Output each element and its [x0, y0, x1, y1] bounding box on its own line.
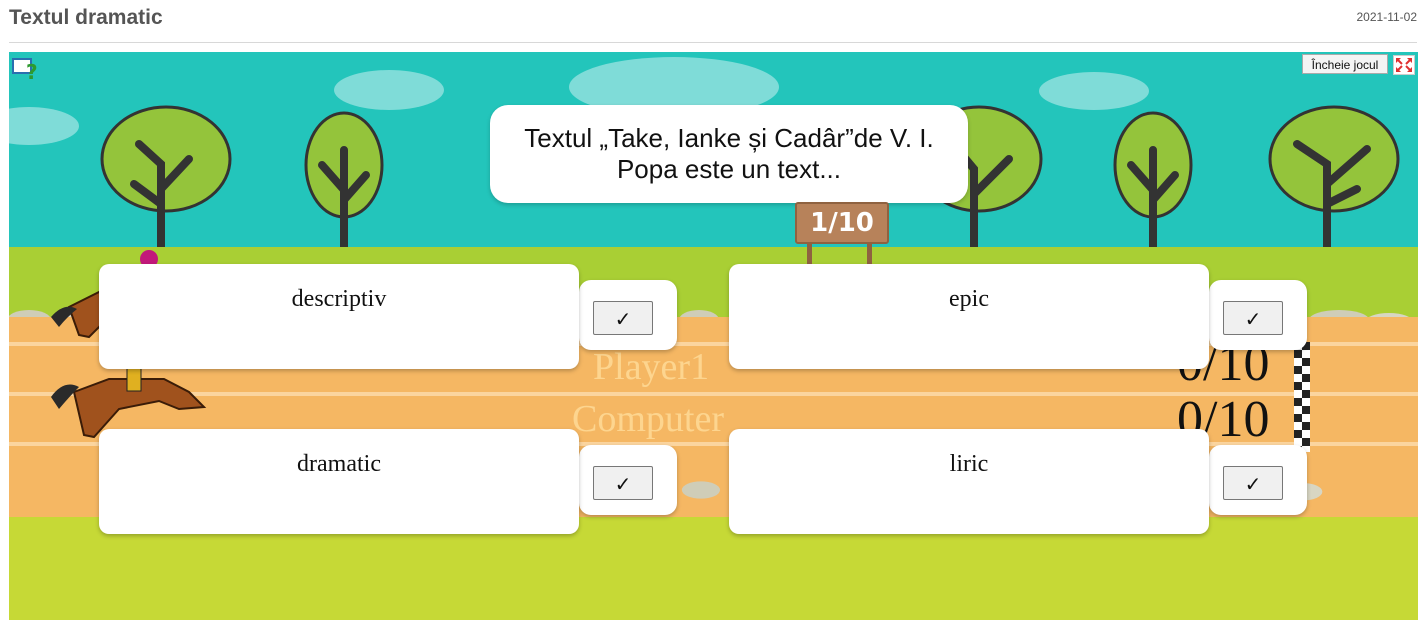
fullscreen-icon	[1396, 58, 1412, 72]
answer-card[interactable]: liric	[729, 429, 1209, 534]
page-date: 2021-11-02	[1356, 10, 1418, 24]
computer-name: Computer	[572, 398, 724, 440]
end-game-button[interactable]: Încheie jocul	[1302, 54, 1388, 74]
game-stage: Player1 0/10 Computer 0/10 Textul „Take,…	[9, 52, 1418, 620]
tree	[1268, 105, 1400, 259]
finish-line	[1294, 342, 1310, 452]
player-name: Player1	[593, 346, 710, 388]
divider	[9, 42, 1417, 43]
tree	[100, 105, 232, 259]
cloud	[1039, 72, 1149, 110]
fullscreen-button[interactable]	[1393, 55, 1415, 75]
answer-check-button[interactable]: ✓	[593, 466, 653, 500]
question-bubble: Textul „Take, Ianke și Cadâr”de V. I. Po…	[490, 105, 968, 203]
tree	[1113, 111, 1193, 260]
answer-check-button[interactable]: ✓	[593, 301, 653, 335]
answer-card[interactable]: epic	[729, 264, 1209, 369]
sign-post	[807, 242, 812, 264]
answer-label: epic	[949, 286, 989, 312]
tree	[304, 111, 384, 260]
answer-label: liric	[949, 451, 989, 477]
help-icon[interactable]: ?	[12, 56, 40, 82]
answer-card[interactable]: dramatic	[99, 429, 579, 534]
svg-text:?: ?	[26, 60, 38, 82]
answer-label: descriptiv	[291, 286, 387, 312]
answer-label: dramatic	[297, 451, 381, 477]
sign-post	[867, 242, 872, 264]
answer-card[interactable]: descriptiv	[99, 264, 579, 369]
question-progress: 1/10	[795, 202, 889, 244]
answer-check-button[interactable]: ✓	[1223, 466, 1283, 500]
page-title: Textul dramatic	[9, 6, 163, 29]
cloud	[334, 70, 444, 110]
answer-check-button[interactable]: ✓	[1223, 301, 1283, 335]
